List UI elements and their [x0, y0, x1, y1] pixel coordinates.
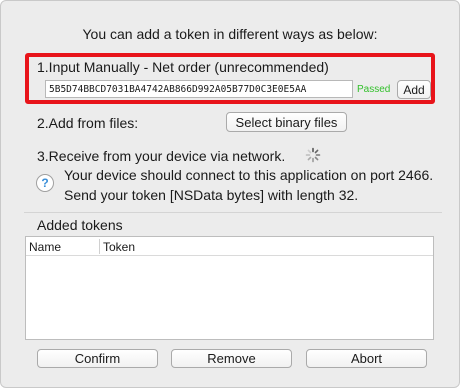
remove-button[interactable]: Remove [171, 349, 292, 368]
column-header-token[interactable]: Token [103, 240, 135, 254]
abort-button[interactable]: Abort [306, 349, 427, 368]
select-binary-files-button[interactable]: Select binary files [226, 112, 347, 132]
added-tokens-title: Added tokens [37, 217, 123, 233]
network-description-line2: Send your token [NSData bytes] with leng… [64, 187, 359, 203]
loading-spinner-icon [305, 147, 321, 163]
section-divider [24, 212, 442, 213]
token-status-label: Passed [357, 84, 391, 95]
network-description-line1: Your device should connect to this appli… [64, 167, 434, 183]
manual-input-label: 1.Input Manually - Net order (unrecommen… [37, 59, 329, 75]
column-header-name[interactable]: Name [29, 240, 61, 254]
added-tokens-table[interactable]: Name Token [25, 236, 434, 340]
help-icon[interactable]: ? [36, 174, 54, 192]
intro-text: You can add a token in different ways as… [82, 26, 378, 42]
files-label: 2.Add from files: [37, 115, 139, 131]
table-header: Name Token [26, 237, 433, 256]
confirm-button[interactable]: Confirm [37, 349, 158, 368]
add-token-button[interactable]: Add [397, 80, 431, 99]
token-input[interactable]: 5B5D74BBCD7031BA4742AB866D992A05B77D0C3E… [45, 80, 353, 98]
column-separator [99, 239, 100, 254]
network-label: 3.Receive from your device via network. [37, 148, 286, 164]
